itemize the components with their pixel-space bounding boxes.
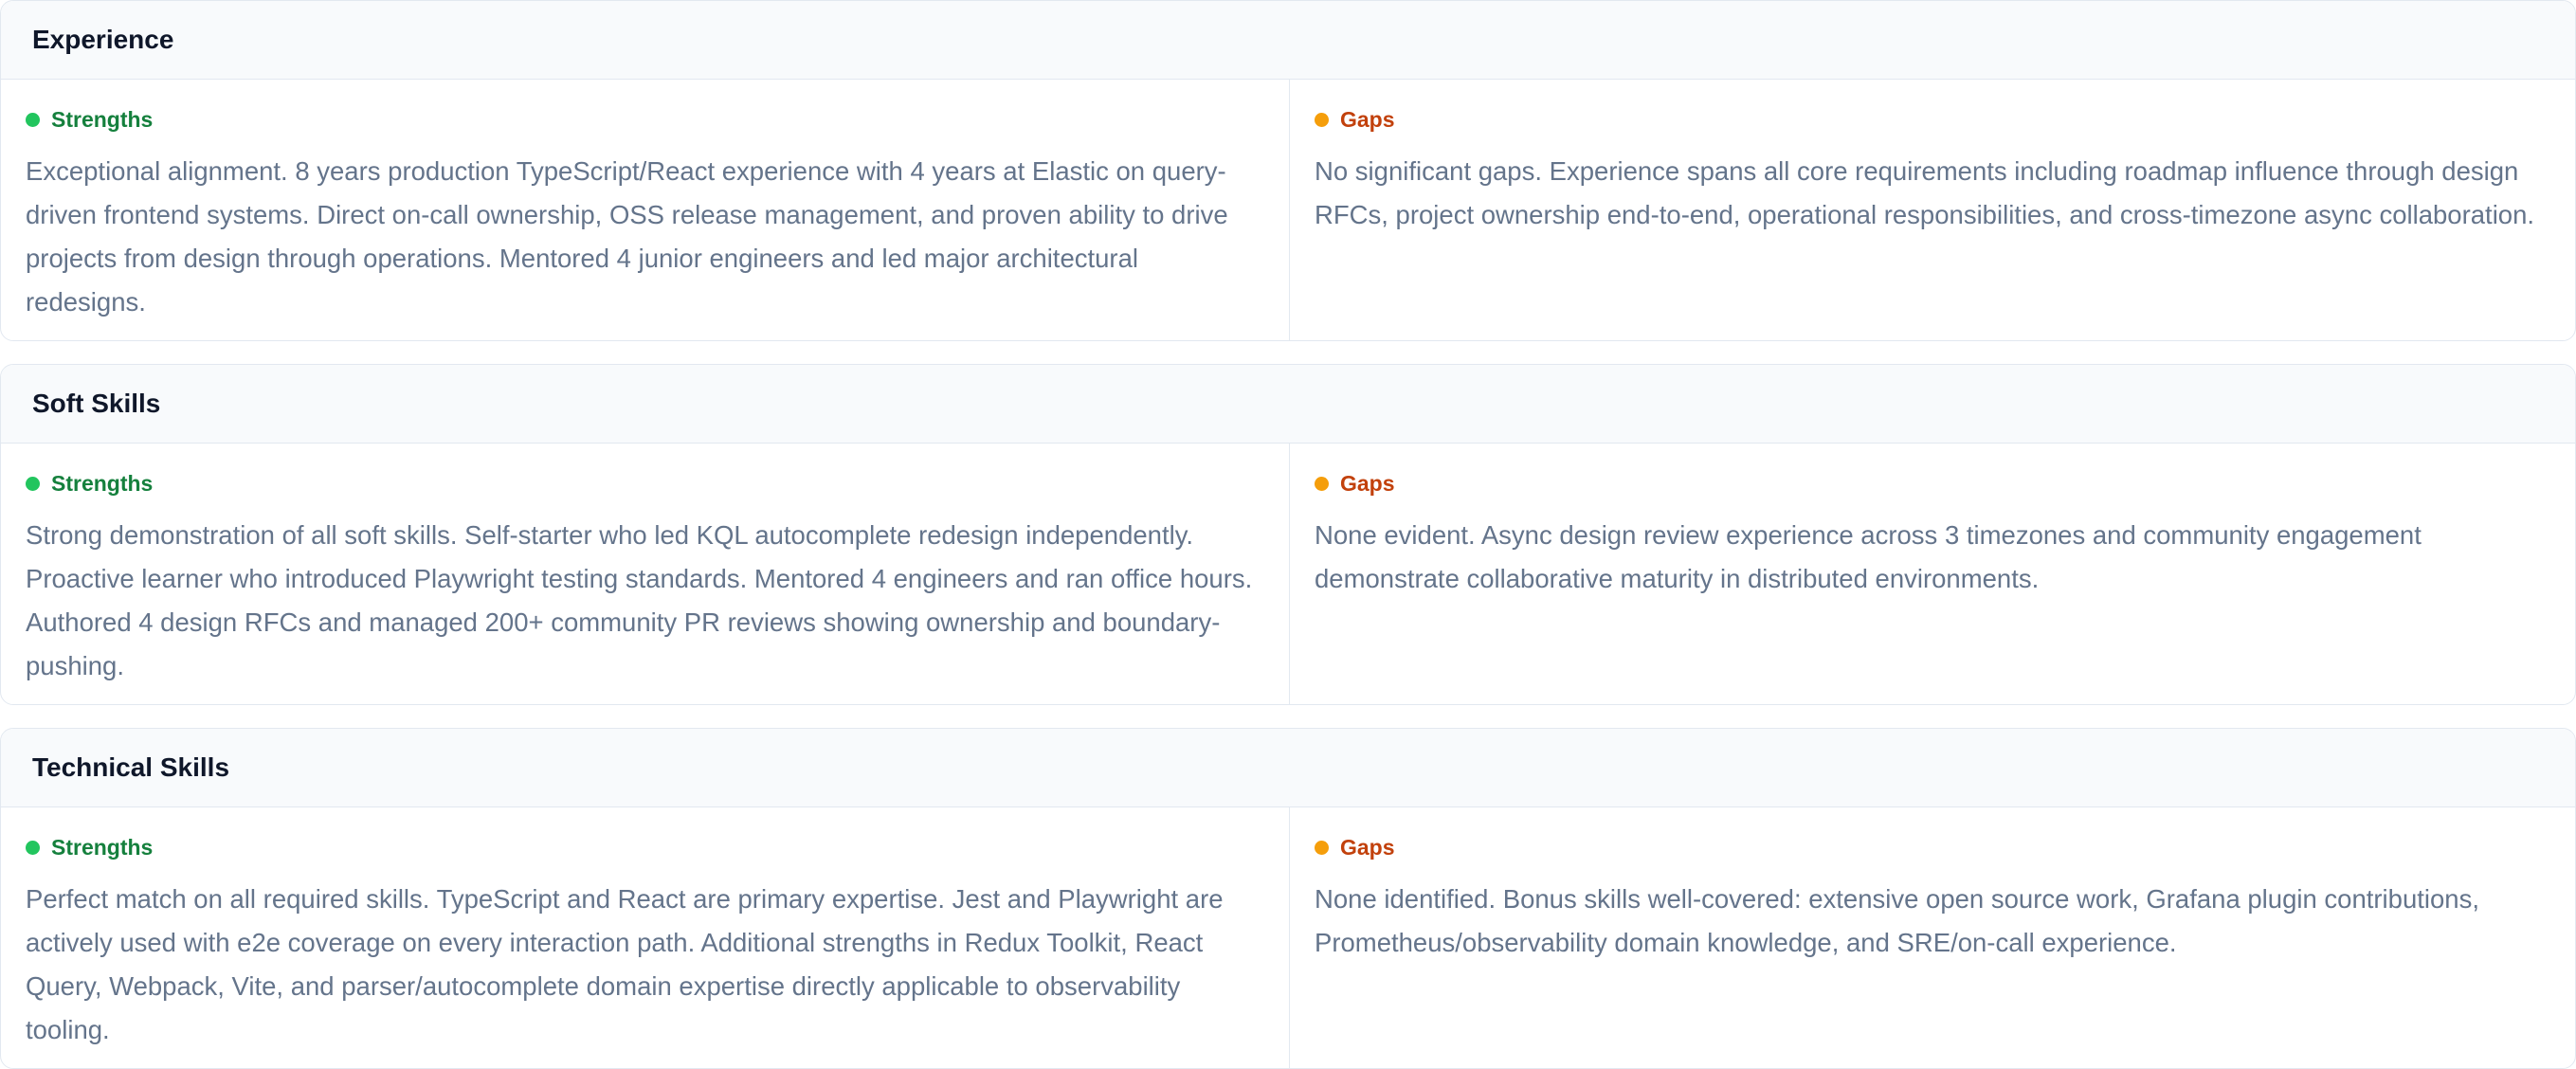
section-title: Experience [1,1,2575,80]
strengths-text: Exceptional alignment. 8 years productio… [26,156,1228,317]
strength-dot-icon [26,840,40,855]
gaps-label: Gaps [1315,470,2550,497]
section-title: Technical Skills [1,729,2575,807]
strengths-text: Perfect match on all required skills. Ty… [26,884,1224,1044]
gaps-panel: Gaps No significant gaps. Experience spa… [1290,80,2575,340]
strength-dot-icon [26,476,40,491]
section-card-experience: Experience Strengths Exceptional alignme… [0,0,2576,341]
strengths-label-text: Strengths [51,834,154,860]
gap-dot-icon [1315,112,1329,127]
gaps-label: Gaps [1315,834,2550,861]
section-title: Soft Skills [1,365,2575,444]
gaps-text: None evident. Async design review experi… [1315,520,2422,593]
strengths-panel: Strengths Exceptional alignment. 8 years… [1,80,1290,340]
gap-dot-icon [1315,840,1329,855]
strengths-panel: Strengths Strong demonstration of all so… [1,444,1290,704]
gap-dot-icon [1315,476,1329,491]
strengths-text: Strong demonstration of all soft skills.… [26,520,1253,680]
strengths-label: Strengths [26,106,1264,133]
strengths-label: Strengths [26,834,1264,861]
gaps-label: Gaps [1315,106,2550,133]
section-card-soft-skills: Soft Skills Strengths Strong demonstrati… [0,364,2576,705]
section-card-technical-skills: Technical Skills Strengths Perfect match… [0,728,2576,1069]
gaps-text: None identified. Bonus skills well-cover… [1315,884,2479,957]
strengths-label-text: Strengths [51,470,154,496]
gaps-text: No significant gaps. Experience spans al… [1315,156,2535,229]
gaps-panel: Gaps None evident. Async design review e… [1290,444,2575,704]
strengths-label-text: Strengths [51,106,154,132]
gaps-label-text: Gaps [1340,106,1395,132]
gaps-label-text: Gaps [1340,470,1395,496]
strength-dot-icon [26,112,40,127]
strengths-label: Strengths [26,470,1264,497]
gaps-label-text: Gaps [1340,834,1395,860]
gaps-panel: Gaps None identified. Bonus skills well-… [1290,807,2575,1068]
strengths-panel: Strengths Perfect match on all required … [1,807,1290,1068]
